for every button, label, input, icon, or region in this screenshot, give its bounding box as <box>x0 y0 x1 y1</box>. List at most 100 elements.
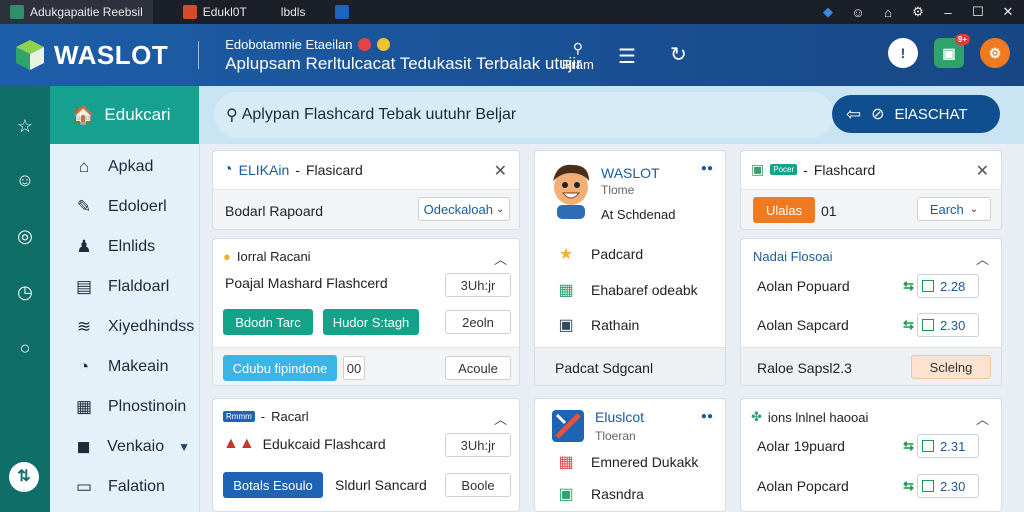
chevron-down-icon[interactable]: ▼ <box>178 440 190 454</box>
flashcard-card: ◔ ELIKAin - Flasicard ✕ Bodarl Rapoard O… <box>212 150 520 230</box>
close-icon[interactable]: ✕ <box>494 161 507 181</box>
app-logo-icon <box>552 410 584 442</box>
chevron-up-icon[interactable]: ︿ <box>976 249 989 268</box>
icon-rail: ☆ ☺ ◎ ◷ ○ ⇅ <box>0 86 50 512</box>
sidebar-item-edoloerl[interactable]: ✎ Edoloerl <box>50 192 200 222</box>
schedule-row[interactable]: Aolan Popuard ⇆ 2.28 <box>741 271 1001 301</box>
cyan-button[interactable]: Cdubu fipindone <box>223 355 337 381</box>
play-icon: ⊘ <box>871 106 885 123</box>
close-icon[interactable]: ✕ <box>1000 4 1016 20</box>
profile-item[interactable]: ★ Padcard <box>555 243 643 265</box>
browser-tab[interactable]: lbdls <box>271 0 316 24</box>
app-logo[interactable]: WASLOT <box>14 38 168 72</box>
chevron-up-icon[interactable]: ︿ <box>976 409 989 428</box>
close-icon[interactable]: ✕ <box>976 161 989 181</box>
header-subtitle-text: Edobotamnie Etaeilan <box>225 36 353 52</box>
more-icon[interactable]: ●● <box>701 163 713 174</box>
profile-item-label: Padcard <box>591 246 644 262</box>
browser-tab[interactable]: Edukl0T <box>173 0 257 24</box>
more-icon[interactable]: ●● <box>701 411 713 422</box>
time-value: 2.28 <box>940 278 966 294</box>
sidebar-item-venkaio[interactable]: ◼ Venkaio ▼ <box>50 432 200 462</box>
teal-button-2[interactable]: Hudor S:tagh <box>323 309 419 335</box>
tag-badge: Rmmm <box>223 411 255 422</box>
sidebar-item-label: Elnlids <box>108 238 156 255</box>
schedule-row[interactable]: Aolan Popcard ⇆ 2.30 <box>741 471 1001 501</box>
search-input[interactable]: Aplypan Flashcard Tebak uutuhr Beljar <box>242 106 517 124</box>
card-chip[interactable]: Acoule <box>445 356 511 380</box>
card-chip[interactable]: Boole <box>445 473 511 497</box>
card-chip[interactable]: 2eoln <box>445 310 511 334</box>
card-select[interactable]: Earch ⌄ <box>917 197 991 221</box>
profile-item[interactable]: ▦ Ehabaref odeabk <box>555 279 697 301</box>
shield-icon[interactable]: ◆ <box>820 4 836 20</box>
rail-action-button[interactable]: ⇅ <box>9 462 39 492</box>
compass-icon[interactable]: ◎ <box>13 224 37 248</box>
orange-button[interactable]: Ulalas <box>753 197 815 223</box>
clock-icon[interactable]: ◷ <box>13 280 37 304</box>
info-button[interactable]: ! <box>888 38 918 68</box>
home-icon[interactable]: ⌂ <box>880 5 896 20</box>
flashcard-button[interactable]: ⇦ ⊘ ElASCHAT <box>832 95 1000 133</box>
square-icon <box>922 440 934 452</box>
square-icon <box>922 280 934 292</box>
sidebar-item-flaldoarl[interactable]: ▤ Flaldoarl <box>50 272 200 302</box>
card-header-text: Iorral Racani <box>236 249 311 264</box>
time-value: 2.30 <box>940 317 966 333</box>
colors-icon: ▦ <box>558 454 574 471</box>
avatar <box>553 164 589 219</box>
sort-button[interactable]: Sclelng <box>911 355 991 379</box>
wifi-icon: ≋ <box>76 317 92 336</box>
header-tool-rram[interactable]: ⚲ Rram <box>562 40 594 72</box>
time-chip[interactable]: 2.28 <box>917 274 979 298</box>
schedule-row[interactable]: Aolar 19puard ⇆ 2.31 <box>741 431 1001 461</box>
sidebar-item-makeain[interactable]: ◔ Makeain <box>50 352 200 382</box>
card-chip[interactable]: 3Uh:jr <box>445 433 511 457</box>
arrows-icon: ⇆ <box>903 278 914 293</box>
card-header: ✤ ions lnlnel haooai <box>751 409 868 425</box>
time-chip[interactable]: 2.31 <box>917 434 979 458</box>
sidebar-item-apkad[interactable]: ⌂ Apkad <box>50 152 200 182</box>
time-chip[interactable]: 2.30 <box>917 313 979 337</box>
gear-icon[interactable]: ⚙ <box>910 4 926 20</box>
browser-tab[interactable] <box>325 0 359 24</box>
schedule-row[interactable]: Aolan Sapcard ⇆ 2.30 <box>741 310 1001 340</box>
profile-card: WASLOT ●● Tlome At Schdenad ★ Padcard ▦ … <box>534 150 726 386</box>
app-item[interactable]: ▦ Emnered Dukakk <box>555 451 698 473</box>
app-title: Eluslcot <box>595 409 645 425</box>
star-icon[interactable]: ☆ <box>13 114 37 138</box>
sidebar-item-falation[interactable]: ▭ Falation <box>50 472 200 502</box>
card-header-sep: - <box>260 409 266 424</box>
smiley-icon[interactable]: ☺ <box>850 5 866 20</box>
app-item[interactable]: ▣ Rasndra <box>555 483 643 505</box>
card-chip[interactable]: 00 <box>343 356 365 380</box>
card-title: Flashcard <box>813 161 876 178</box>
notifications-button[interactable]: ▣ 9+ <box>934 34 970 68</box>
chevron-up-icon[interactable]: ︿ <box>494 409 507 428</box>
teal-button-1[interactable]: Bdodn Tarc <box>223 309 313 335</box>
card-select[interactable]: Odeckaloah ⌄ <box>418 197 510 221</box>
header-refresh-button[interactable]: ↻ <box>670 42 687 67</box>
blue-button[interactable]: Botals Esoulo <box>223 472 323 498</box>
minimize-icon[interactable]: – <box>940 5 956 20</box>
card-chip[interactable]: 3Uh:jr <box>445 273 511 297</box>
smile-icon[interactable]: ☺ <box>13 168 37 192</box>
header-menu-button[interactable]: ☰ <box>618 44 636 69</box>
sidebar-item-xiyedhindss[interactable]: ≋ Xiyedhindss <box>50 312 200 342</box>
sidebar-item-elnlids[interactable]: ♟ Elnlids <box>50 232 200 262</box>
browser-tab[interactable]: Adukgapaitie Reebsil <box>0 0 153 24</box>
maximize-icon[interactable]: ☐ <box>970 4 986 20</box>
chevron-up-icon[interactable]: ︿ <box>494 249 507 268</box>
menu-icon: ☰ <box>618 46 636 68</box>
circle-icon[interactable]: ○ <box>13 336 37 360</box>
search-bar[interactable]: ⚲ Aplypan Flashcard Tebak uutuhr Beljar <box>214 92 834 138</box>
timer-icon: ◔ <box>78 357 90 376</box>
sidebar-header[interactable]: 🏠 Edukcari <box>50 86 199 144</box>
settings-button[interactable]: ⚙ <box>980 38 1010 68</box>
racani-card: ● Iorral Racani ︿ Poajal Mashard Flashce… <box>212 238 520 386</box>
time-chip[interactable]: 2.30 <box>917 474 979 498</box>
sidebar-item-plnostinoin[interactable]: ▦ Plnostinoin <box>50 392 200 422</box>
user-icon: ♟ <box>76 237 92 256</box>
profile-item[interactable]: ▣ Rathain <box>555 314 639 336</box>
notification-icon: ▣ <box>942 44 956 61</box>
